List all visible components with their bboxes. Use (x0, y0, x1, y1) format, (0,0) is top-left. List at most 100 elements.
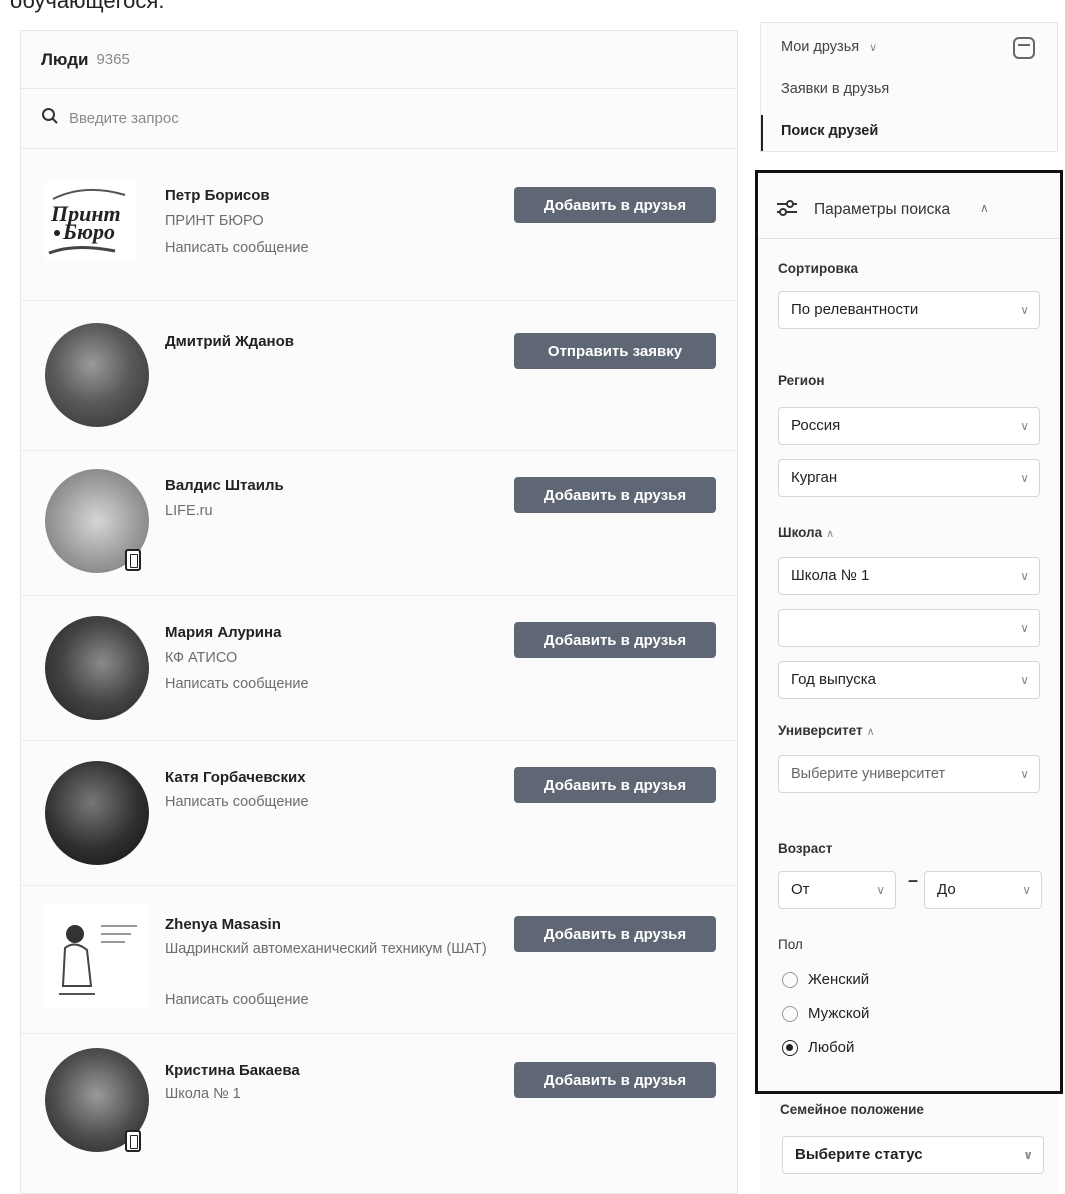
university-placeholder: Выберите университет (791, 766, 946, 782)
people-panel: Люди 9365 Принт Бюро Петр Борисов ПРИНТ … (20, 30, 738, 1194)
search-icon (41, 107, 59, 130)
gender-female-radio[interactable]: Женский (782, 971, 869, 988)
radio-circle (782, 1005, 798, 1022)
chevron-down-icon: ∨ (1020, 303, 1029, 317)
sort-value: По релевантности (791, 301, 919, 318)
list-item: Валдис Штаиль LIFE.ru Добавить в друзья (21, 451, 737, 596)
chevron-up-icon: ∧ (866, 726, 875, 738)
family-status-placeholder: Выберите статус (795, 1146, 923, 1163)
family-status-label: Семейное положение (780, 1102, 924, 1117)
write-message-link[interactable]: Написать сообщение (165, 240, 309, 256)
add-friend-button[interactable]: Добавить в друзья (514, 477, 716, 513)
list-item: Принт Бюро Петр Борисов ПРИНТ БЮРО Напис… (21, 151, 737, 301)
gender-male-radio[interactable]: Мужской (782, 1005, 869, 1022)
chevron-down-icon: ∨ (1020, 673, 1029, 687)
avatar[interactable] (45, 616, 149, 720)
age-from-value: От (791, 881, 810, 898)
write-message-link[interactable]: Написать сообщение (165, 676, 309, 692)
graduation-year-value: Год выпуска (791, 671, 876, 688)
family-status-section: Семейное положение Выберите статус ∨ (760, 1094, 1058, 1194)
add-friend-button[interactable]: Добавить в друзья (514, 187, 716, 223)
age-to-select[interactable]: До ∨ (924, 871, 1042, 909)
list-item: Мария Алурина КФ АТИСО Написать сообщени… (21, 596, 737, 741)
gender-label: Пол (778, 937, 803, 952)
search-params-header[interactable]: Параметры поиска ∧ (758, 173, 1060, 239)
filter-icon (777, 200, 797, 216)
write-message-link[interactable]: Написать сообщение (165, 794, 309, 810)
person-name[interactable]: Zhenya Masasin (165, 916, 281, 933)
gender-male-label: Мужской (808, 1005, 870, 1022)
person-name[interactable]: Петр Борисов (165, 187, 270, 204)
city-value: Курган (791, 469, 838, 486)
chevron-down-icon: ∨ (1020, 471, 1029, 485)
caption-text: обучающегося. (10, 0, 165, 13)
list-item: Катя Горбачевских Написать сообщение Доб… (21, 741, 737, 886)
add-friend-button[interactable]: Добавить в друзья (514, 767, 716, 803)
list-item: Zhenya Masasin Шадринский автомеханическ… (21, 886, 737, 1034)
send-request-button[interactable]: Отправить заявку (514, 333, 716, 369)
age-label: Возраст (778, 841, 833, 856)
school-value: Школа № 1 (791, 567, 870, 584)
university-label-text: Университет (778, 723, 863, 738)
chevron-down-icon: ∨ (869, 42, 878, 54)
chevron-down-icon: ∨ (876, 883, 885, 897)
page-title: Люди (41, 49, 89, 69)
calendar-icon[interactable] (1013, 37, 1035, 59)
write-message-link[interactable]: Написать сообщение (165, 992, 309, 1008)
mobile-icon (125, 549, 141, 571)
logo-text-bottom: Бюро (62, 219, 115, 244)
graduation-year-select[interactable]: Год выпуска ∨ (778, 661, 1040, 699)
add-friend-button[interactable]: Добавить в друзья (514, 916, 716, 952)
country-value: Россия (791, 417, 841, 434)
sort-select[interactable]: По релевантности ∨ (778, 291, 1040, 329)
avatar[interactable]: Принт Бюро (45, 181, 137, 261)
menu-requests[interactable]: Заявки в друзья (781, 81, 889, 97)
school-label-text: Школа (778, 525, 823, 540)
person-name[interactable]: Дмитрий Жданов (165, 333, 294, 350)
age-range-dash: – (908, 870, 919, 890)
person-name[interactable]: Мария Алурина (165, 624, 281, 641)
class-select[interactable]: ∨ (778, 609, 1040, 647)
avatar[interactable] (45, 904, 149, 1008)
radio-circle-selected (782, 1039, 798, 1056)
menu-my-friends-label: Мои друзья (781, 39, 860, 55)
avatar[interactable] (45, 761, 149, 865)
university-select[interactable]: Выберите университет ∨ (778, 755, 1040, 793)
family-status-select[interactable]: Выберите статус ∨ (782, 1136, 1044, 1174)
chevron-down-icon: ∨ (1023, 1148, 1033, 1162)
friends-menu: Мои друзья ∨ Заявки в друзья Поиск друзе… (760, 22, 1058, 152)
people-header: Люди 9365 (21, 31, 737, 89)
gender-any-label: Любой (808, 1039, 855, 1056)
mobile-icon (125, 1130, 141, 1152)
search-input[interactable] (69, 110, 669, 127)
gender-any-radio[interactable]: Любой (782, 1039, 854, 1056)
add-friend-button[interactable]: Добавить в друзья (514, 1062, 716, 1098)
chevron-down-icon: ∨ (1020, 621, 1029, 635)
city-select[interactable]: Курган ∨ (778, 459, 1040, 497)
radio-circle (782, 971, 798, 988)
person-subtitle: КФ АТИСО (165, 650, 238, 666)
add-friend-button[interactable]: Добавить в друзья (514, 622, 716, 658)
school-label[interactable]: Школа ∧ (778, 525, 834, 540)
age-to-value: До (937, 881, 956, 898)
avatar[interactable] (45, 323, 149, 427)
chevron-down-icon: ∨ (1020, 767, 1029, 781)
person-subtitle: ПРИНТ БЮРО (165, 213, 264, 229)
region-label: Регион (778, 373, 825, 388)
chevron-down-icon: ∨ (1022, 883, 1031, 897)
menu-search[interactable]: Поиск друзей (781, 123, 878, 139)
person-name[interactable]: Катя Горбачевских (165, 769, 306, 786)
person-name[interactable]: Валдис Штаиль (165, 477, 284, 494)
search-params-title: Параметры поиска (814, 201, 951, 218)
chevron-up-icon: ∧ (980, 201, 989, 215)
chevron-down-icon: ∨ (1020, 419, 1029, 433)
person-name[interactable]: Кристина Бакаева (165, 1062, 300, 1079)
list-item: Кристина Бакаева Школа № 1 Добавить в др… (21, 1034, 737, 1184)
age-from-select[interactable]: От ∨ (778, 871, 896, 909)
menu-my-friends[interactable]: Мои друзья ∨ (781, 39, 877, 55)
university-label[interactable]: Университет ∧ (778, 723, 875, 738)
school-select[interactable]: Школа № 1 ∨ (778, 557, 1040, 595)
person-subtitle: Шадринский автомеханический техникум (ША… (165, 941, 487, 957)
people-count: 9365 (96, 51, 130, 68)
country-select[interactable]: Россия ∨ (778, 407, 1040, 445)
